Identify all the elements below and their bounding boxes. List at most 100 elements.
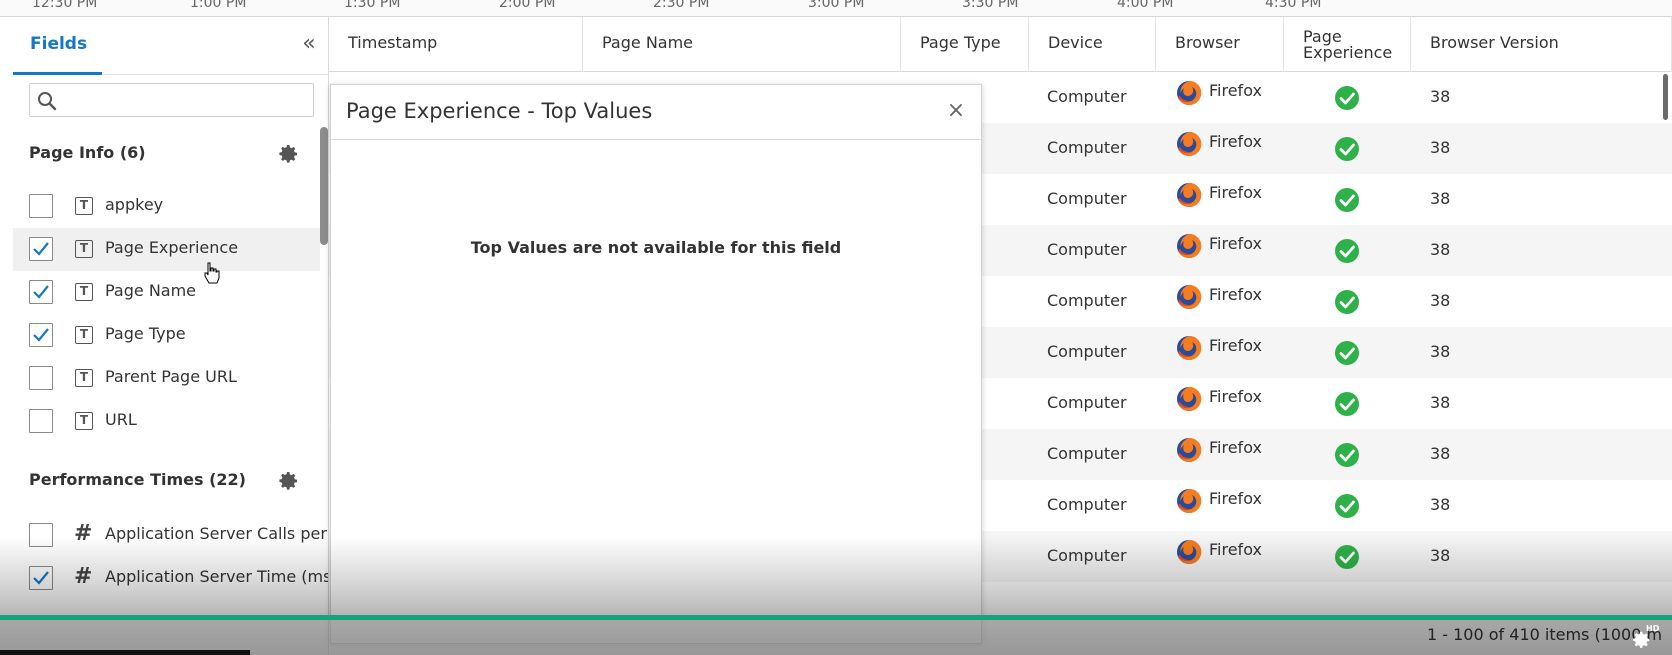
- field-label: Application Server Time (ms): [105, 567, 329, 586]
- field-label: Page Experience: [105, 238, 239, 257]
- pager-text: 1 - 100 of 410 items (1000 m: [1427, 625, 1663, 644]
- column-header[interactable]: Browser Version: [1411, 17, 1672, 72]
- firefox-icon: [1176, 182, 1202, 208]
- check-circle-icon: [1334, 442, 1360, 468]
- checked-checkbox[interactable]: [29, 280, 53, 304]
- gear-icon[interactable]: [276, 142, 300, 166]
- text-type-icon: T: [75, 412, 93, 430]
- firefox-icon: [1176, 131, 1202, 157]
- timeline-tick: 2:00 PM: [499, 0, 556, 11]
- number-type-icon: #: [74, 521, 93, 546]
- firefox-icon: [1176, 437, 1202, 463]
- active-tab-underline: [13, 72, 102, 75]
- unchecked-checkbox[interactable]: [29, 366, 53, 390]
- column-header[interactable]: Page Experience: [1284, 17, 1411, 72]
- field-row[interactable]: T Page Type: [13, 314, 320, 357]
- browser-cell: Firefox: [1209, 81, 1262, 100]
- timeline-tick: 4:00 PM: [1117, 0, 1174, 11]
- field-row[interactable]: Tappkey: [13, 185, 320, 228]
- check-circle-icon: [1334, 85, 1360, 111]
- close-icon[interactable]: ×: [945, 100, 967, 122]
- column-header[interactable]: Page Type: [901, 17, 1029, 72]
- column-header[interactable]: Page Name: [583, 17, 901, 72]
- check-circle-icon: [1334, 136, 1360, 162]
- device-cell: Computer: [1047, 495, 1127, 514]
- timeline-strip: 12:30 PM 1:00 PM 1:30 PM 2:00 PM 2:30 PM 3:00…: [0, 0, 1672, 17]
- column-header[interactable]: Browser: [1156, 17, 1284, 72]
- table-header: Timestamp Page Name Page Type Device Browser…: [329, 17, 1672, 72]
- number-type-icon: #: [74, 564, 93, 589]
- firefox-icon: [1176, 335, 1202, 361]
- column-header[interactable]: Timestamp: [329, 17, 583, 72]
- table-scrollbar[interactable]: [1663, 74, 1668, 120]
- collapse-panel-button[interactable]: «: [296, 31, 322, 57]
- unchecked-checkbox[interactable]: [29, 523, 53, 547]
- double-chevron-left-icon: «: [302, 31, 316, 56]
- browser-version-cell: 38: [1430, 291, 1451, 310]
- checked-checkbox[interactable]: [29, 237, 53, 261]
- checked-checkbox[interactable]: [29, 323, 53, 347]
- field-label: Page Type: [105, 324, 186, 343]
- device-cell: Computer: [1047, 546, 1127, 565]
- field-row[interactable]: T Page Experience: [13, 228, 320, 271]
- field-label: appkey: [105, 195, 164, 214]
- field-row[interactable]: T Page Name: [13, 271, 320, 314]
- device-cell: Computer: [1047, 393, 1127, 412]
- checked-checkbox[interactable]: [29, 566, 53, 590]
- device-cell: Computer: [1047, 240, 1127, 259]
- column-header[interactable]: Device: [1029, 17, 1156, 72]
- text-type-icon: T: [75, 326, 93, 344]
- browser-cell: Firefox: [1209, 438, 1262, 457]
- bottom-bar: [0, 620, 1672, 655]
- browser-version-cell: 38: [1430, 138, 1451, 157]
- browser-version-cell: 38: [1430, 342, 1451, 361]
- field-row[interactable]: T URL: [13, 400, 320, 443]
- text-type-icon: T: [75, 240, 93, 258]
- browser-version-cell: 38: [1430, 393, 1451, 412]
- hd-badge-icon: HD: [1646, 624, 1660, 633]
- field-group-title[interactable]: Page Info (6): [29, 143, 146, 162]
- modal-header: Page Experience - Top Values ×: [331, 85, 981, 140]
- browser-cell: Firefox: [1209, 387, 1262, 406]
- gear-icon[interactable]: [276, 469, 300, 493]
- timeline-tick: 12:30 PM: [32, 0, 98, 11]
- field-group-title[interactable]: Performance Times (22): [29, 470, 246, 489]
- browser-version-cell: 38: [1430, 495, 1451, 514]
- device-cell: Computer: [1047, 444, 1127, 463]
- field-row[interactable]: # Application Server Calls per M: [13, 514, 328, 557]
- field-label: Application Server Calls per M: [105, 524, 329, 543]
- fields-tab-label: Fields: [30, 34, 88, 54]
- timeline-tick: 1:30 PM: [344, 0, 401, 11]
- browser-cell: Firefox: [1209, 234, 1262, 253]
- browser-cell: Firefox: [1209, 489, 1262, 508]
- timeline-tick: 2:30 PM: [653, 0, 710, 11]
- device-cell: Computer: [1047, 87, 1127, 106]
- browser-version-cell: 38: [1430, 240, 1451, 259]
- firefox-icon: [1176, 386, 1202, 412]
- browser-version-cell: 38: [1430, 87, 1451, 106]
- check-circle-icon: [1334, 493, 1360, 519]
- device-cell: Computer: [1047, 342, 1127, 361]
- dark-strip: [0, 650, 250, 655]
- text-type-icon: T: [75, 197, 93, 215]
- unchecked-checkbox[interactable]: [29, 194, 53, 218]
- fields-tab[interactable]: Fields: [13, 17, 328, 75]
- hand-cursor-icon: [204, 262, 220, 284]
- check-circle-icon: [1334, 340, 1360, 366]
- device-cell: Computer: [1047, 189, 1127, 208]
- top-values-modal: Page Experience - Top Values × Top Value…: [330, 84, 982, 644]
- field-search-box[interactable]: [29, 83, 314, 117]
- panel-scrollbar[interactable]: [320, 127, 328, 245]
- firefox-icon: [1176, 539, 1202, 565]
- fields-panel: Fields « Page Info (6) Tappkey T Page Exper…: [13, 17, 329, 655]
- unchecked-checkbox[interactable]: [29, 409, 53, 433]
- field-row[interactable]: # Application Server Time (ms): [13, 557, 328, 600]
- field-label: Parent Page URL: [105, 367, 237, 386]
- field-search-input[interactable]: [64, 89, 304, 111]
- firefox-icon: [1176, 488, 1202, 514]
- browser-version-cell: 38: [1430, 444, 1451, 463]
- field-row[interactable]: T Parent Page URL: [13, 357, 320, 400]
- browser-version-cell: 38: [1430, 546, 1451, 565]
- text-type-icon: T: [75, 283, 93, 301]
- field-label: URL: [105, 410, 137, 429]
